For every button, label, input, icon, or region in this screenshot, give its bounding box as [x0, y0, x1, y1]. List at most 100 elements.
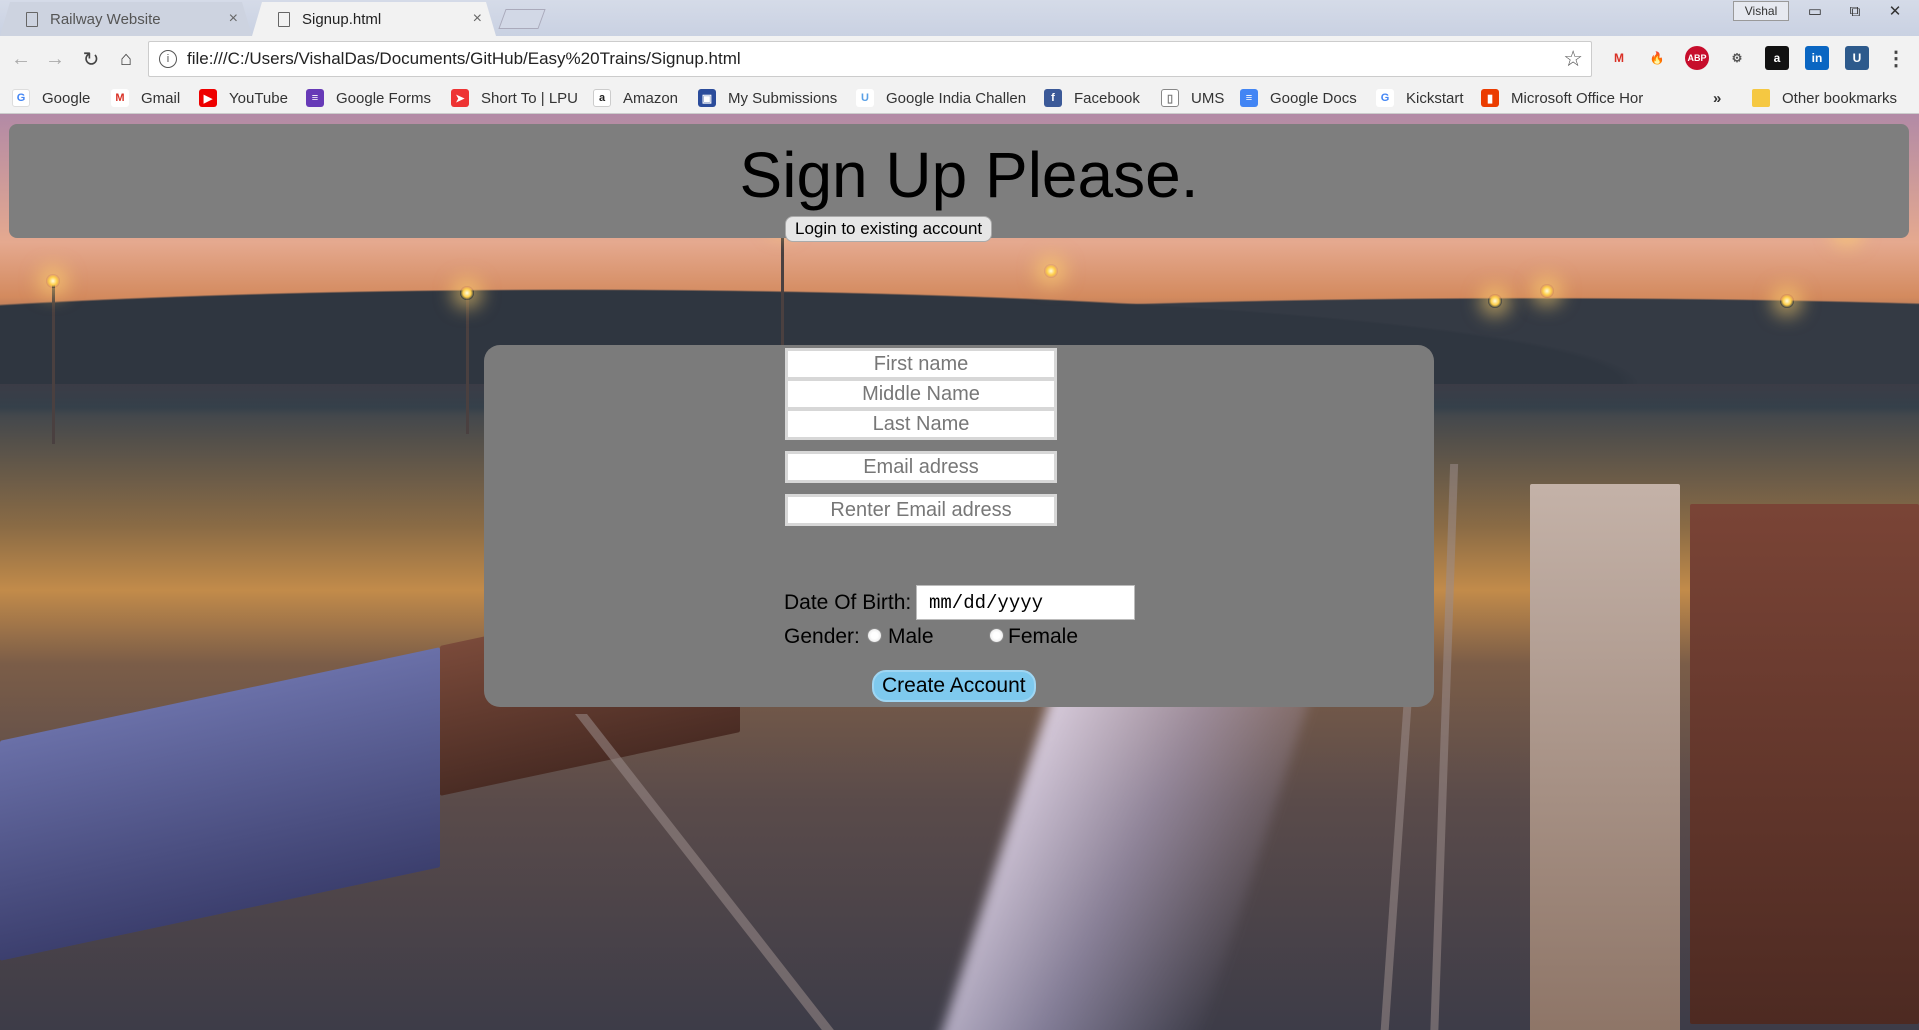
document-icon: ▯ [1161, 89, 1179, 107]
bookmark-label: UMS [1191, 89, 1225, 107]
menu-icon[interactable]: ⋮ [1884, 46, 1908, 70]
other-bookmarks[interactable]: Other bookmarks [1752, 88, 1897, 108]
tab-title: Signup.html [302, 10, 382, 28]
bookmark-google-india-challenge[interactable]: U Google India Challen [856, 88, 1028, 108]
puzzle-extension-icon[interactable]: ⚙ [1725, 46, 1749, 70]
bookmark-label: Facebook [1074, 89, 1140, 107]
home-icon[interactable]: ⌂ [111, 44, 141, 74]
dob-date-input[interactable]: mm/dd/yyyy [916, 585, 1135, 620]
create-account-button[interactable]: Create Account [872, 670, 1036, 702]
email-confirm-input[interactable]: Renter Email adress [785, 494, 1057, 526]
tab-strip: Railway Website × Signup.html × Vishal ▭… [0, 0, 1919, 36]
bookmark-google-forms[interactable]: ≡ Google Forms [306, 88, 431, 108]
document-icon [26, 11, 38, 27]
station-light [1044, 264, 1058, 278]
station-light [1780, 294, 1794, 308]
bookmark-youtube[interactable]: ▶ YouTube [199, 88, 288, 108]
log-wagon [1530, 484, 1680, 1030]
folder-icon [1752, 89, 1770, 107]
last-name-input[interactable]: Last Name [785, 408, 1057, 440]
short-link-icon: ➤ [451, 89, 469, 107]
info-icon[interactable]: i [159, 50, 177, 68]
signup-form-panel: First name Middle Name Last Name Email a… [484, 345, 1434, 707]
amazon-extension-icon[interactable]: a [1765, 46, 1789, 70]
station-light [460, 286, 474, 300]
gender-male-label: Male [888, 625, 934, 648]
google-icon: G [12, 89, 30, 107]
bookmark-ums[interactable]: ▯ UMS [1161, 88, 1224, 108]
page-title: Sign Up Please. [739, 139, 1199, 211]
gender-male-radio[interactable] [867, 628, 882, 643]
bookmark-facebook[interactable]: f Facebook [1044, 88, 1140, 108]
blue-train-car [0, 647, 440, 961]
gmail-extension-icon[interactable]: M [1607, 46, 1631, 70]
bookmark-label: Gmail [141, 89, 181, 107]
facebook-icon: f [1044, 89, 1062, 107]
minimize-icon[interactable]: ▭ [1795, 0, 1835, 22]
rail-track [1429, 464, 1459, 1030]
header-panel: Sign Up Please. Login to existing accoun… [9, 124, 1909, 242]
adblock-extension-icon[interactable]: ABP [1685, 46, 1709, 70]
bookmark-label: Short To | LPU [481, 89, 579, 107]
bookmark-google[interactable]: G Google [12, 88, 90, 108]
docs-icon: ≡ [1240, 89, 1258, 107]
bookmarks-overflow-button[interactable]: » [1713, 88, 1721, 108]
tab-close-icon[interactable]: × [473, 10, 482, 28]
challenge-icon: U [856, 89, 874, 107]
address-bar[interactable]: i file:///C:/Users/VishalDas/Documents/G… [148, 41, 1592, 77]
tab-signup[interactable]: Signup.html × [252, 2, 496, 36]
youtube-icon: ▶ [199, 89, 217, 107]
middle-name-input[interactable]: Middle Name [785, 378, 1057, 410]
reload-icon[interactable]: ↻ [76, 44, 106, 74]
gender-female-radio[interactable] [989, 628, 1004, 643]
tab-railway-website[interactable]: Railway Website × [0, 2, 252, 36]
bookmark-short-to-lpu[interactable]: ➤ Short To | LPU [451, 88, 578, 108]
tab-title: Railway Website [50, 10, 161, 28]
new-tab-button[interactable] [498, 9, 546, 29]
tab-close-icon[interactable]: × [229, 10, 238, 28]
rail-track [574, 714, 838, 1030]
bookmark-kickstart[interactable]: G Kickstart [1376, 88, 1464, 108]
submissions-icon: ▣ [698, 89, 716, 107]
station-light [1540, 284, 1554, 298]
url-text[interactable]: file:///C:/Users/VishalDas/Documents/Git… [187, 49, 1563, 69]
bookmark-amazon[interactable]: a Amazon [593, 88, 678, 108]
bookmark-label: My Submissions [728, 89, 838, 107]
gender-label: Gender: [784, 625, 860, 648]
gmail-icon: M [111, 89, 129, 107]
google-icon: G [1376, 89, 1394, 107]
profile-button[interactable]: Vishal [1733, 1, 1789, 21]
bookmark-label: Kickstart [1406, 89, 1464, 107]
linkedin-extension-icon[interactable]: in [1805, 46, 1829, 70]
bookmark-my-submissions[interactable]: ▣ My Submissions [698, 88, 837, 108]
document-icon [278, 11, 290, 27]
light-pole [466, 294, 469, 434]
restore-icon[interactable]: ⧉ [1835, 0, 1875, 22]
first-name-input[interactable]: First name [785, 348, 1057, 380]
u-extension-icon[interactable]: U [1845, 46, 1869, 70]
email-input[interactable]: Email adress [785, 451, 1057, 483]
bookmark-label: Microsoft Office Hor [1511, 89, 1644, 107]
station-light [1488, 294, 1502, 308]
bookmark-label: Google India Challen [886, 89, 1027, 107]
bookmark-label: Other bookmarks [1782, 89, 1898, 107]
gender-female-label: Female [1008, 625, 1079, 648]
amazon-icon: a [593, 89, 611, 107]
bookmark-label: Google [42, 89, 91, 107]
bookmark-label: Amazon [623, 89, 679, 107]
page-viewport: Sign Up Please. Login to existing accoun… [0, 114, 1919, 1030]
close-window-icon[interactable]: ✕ [1875, 0, 1915, 22]
forward-arrow-icon[interactable]: → [40, 44, 70, 74]
light-pole [52, 284, 55, 444]
bookmark-gmail[interactable]: M Gmail [111, 88, 180, 108]
bookmark-star-icon[interactable]: ☆ [1563, 46, 1583, 72]
bookmark-label: Google Docs [1270, 89, 1357, 107]
forms-icon: ≡ [306, 89, 324, 107]
bookmark-label: YouTube [229, 89, 288, 107]
login-existing-account-button[interactable]: Login to existing account [785, 216, 993, 242]
back-arrow-icon[interactable]: ← [6, 44, 36, 74]
bookmark-google-docs[interactable]: ≡ Google Docs [1240, 88, 1357, 108]
fire-extension-icon[interactable]: 🔥 [1645, 46, 1669, 70]
station-light [46, 274, 60, 288]
bookmark-microsoft-office[interactable]: ▮ Microsoft Office Hor [1481, 88, 1653, 108]
